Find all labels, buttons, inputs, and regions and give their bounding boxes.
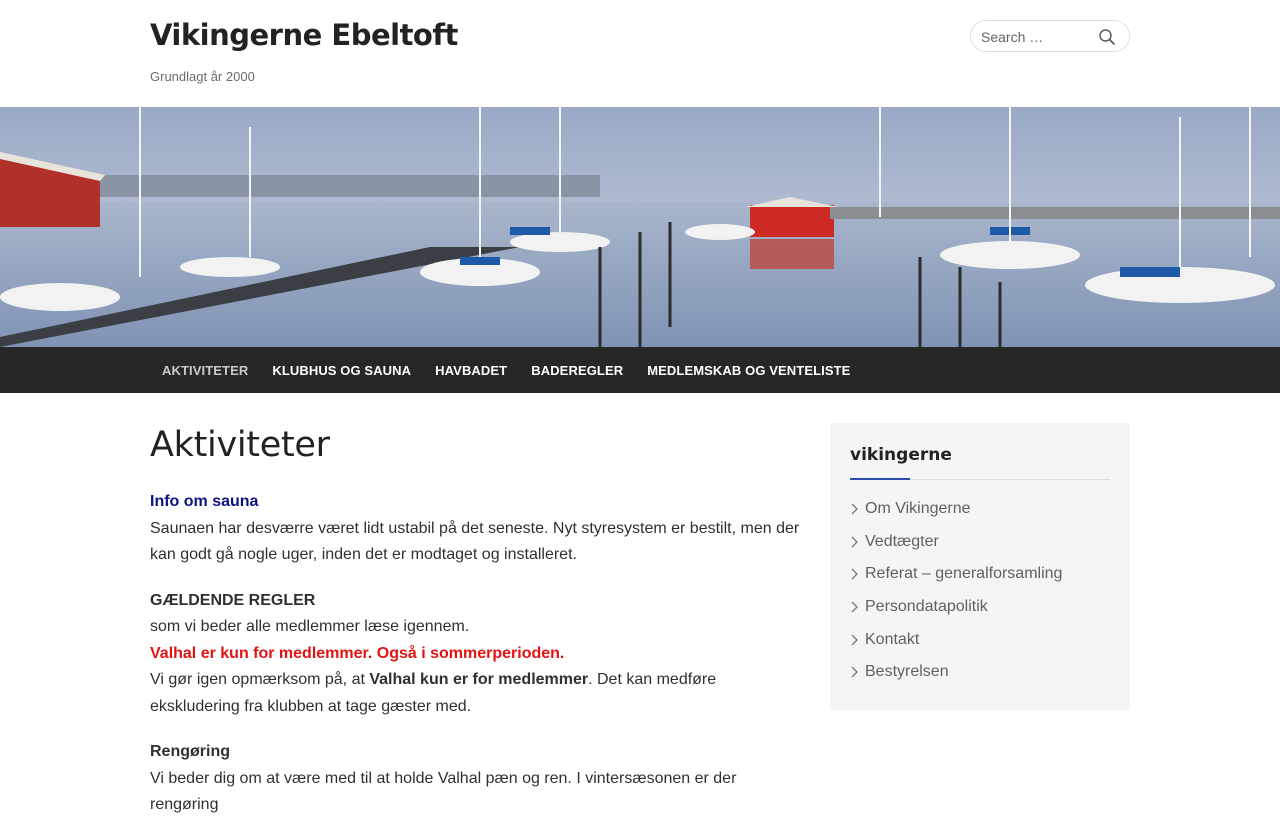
sidebar-item-persondatapolitik[interactable]: Persondatapolitik: [850, 591, 1062, 624]
nav-item-baderegler[interactable]: BADEREGLER: [519, 347, 635, 393]
site-tagline: Grundlagt år 2000: [150, 69, 255, 84]
rules-heading: GÆLDENDE REGLER: [150, 591, 316, 609]
rules-note-start: Vi gør igen opmærksom på, at: [150, 671, 370, 688]
sauna-heading: Info om sauna: [150, 493, 259, 510]
sidebar-item-vedtaegter[interactable]: Vedtægter: [850, 526, 1062, 559]
chevron-right-icon: [850, 600, 865, 614]
chevron-right-icon: [850, 633, 865, 647]
chevron-right-icon: [850, 502, 865, 516]
sidebar-item-label: Vedtægter: [865, 532, 939, 550]
widget-title-accent: [850, 478, 910, 480]
search-form: [970, 20, 1130, 52]
sidebar-item-label: Persondatapolitik: [865, 598, 988, 616]
sidebar-item-label: Kontakt: [865, 630, 920, 648]
widget-menu: Om Vikingerne Vedtægter Referat – genera…: [850, 493, 1062, 689]
sidebar-item-label: Referat – generalforsamling: [865, 565, 1063, 583]
main-content: Aktiviteter Info om sauna Saunaen har de…: [150, 423, 800, 838]
nav-menu: AKTIVITETER KLUBHUS OG SAUNA HAVBADET BA…: [150, 347, 862, 393]
cleaning-text: Vi beder dig om at være med til at holde…: [150, 769, 737, 814]
sauna-text: Saunaen har desværre været lidt ustabil …: [150, 519, 800, 564]
widget-title: vikingerne: [850, 445, 952, 465]
cleaning-heading: Rengøring: [150, 743, 230, 760]
rules-note-bold: Valhal kun er for medlemmer: [369, 671, 589, 688]
rules-paragraph: GÆLDENDE REGLER som vi beder alle medlem…: [150, 588, 800, 721]
nav-item-havbadet[interactable]: HAVBADET: [423, 347, 519, 393]
sidebar-item-referat[interactable]: Referat – generalforsamling: [850, 558, 1062, 591]
main-navigation: AKTIVITETER KLUBHUS OG SAUNA HAVBADET BA…: [0, 347, 1280, 393]
header-banner-image: [0, 107, 1280, 347]
site-title[interactable]: Vikingerne Ebeltoft: [150, 18, 458, 52]
chevron-right-icon: [850, 535, 865, 549]
nav-item-aktiviteter[interactable]: AKTIVITETER: [150, 347, 260, 393]
sidebar-item-bestyrelsen[interactable]: Bestyrelsen: [850, 656, 1062, 689]
search-input[interactable]: [981, 27, 1091, 47]
sidebar-item-label: Om Vikingerne: [865, 500, 971, 518]
page-title: Aktiviteter: [150, 425, 330, 465]
nav-item-klubhus-og-sauna[interactable]: KLUBHUS OG SAUNA: [260, 347, 423, 393]
nav-item-medlemskab-og-venteliste[interactable]: MEDLEMSKAB OG VENTELISTE: [635, 347, 862, 393]
site-header: Vikingerne Ebeltoft Grundlagt år 2000: [0, 0, 1280, 107]
search-icon[interactable]: [1097, 27, 1117, 47]
rules-warning: Valhal er kun for medlemmer. Også i somm…: [150, 644, 565, 662]
sidebar-item-label: Bestyrelsen: [865, 663, 949, 681]
sauna-paragraph: Info om sauna Saunaen har desværre været…: [150, 489, 800, 569]
entry-content: Info om sauna Saunaen har desværre været…: [150, 489, 800, 819]
cleaning-paragraph: Rengøring Vi beder dig om at være med ti…: [150, 739, 800, 819]
sidebar-item-kontakt[interactable]: Kontakt: [850, 623, 1062, 656]
sidebar-item-om-vikingerne[interactable]: Om Vikingerne: [850, 493, 1062, 526]
sidebar-widget: vikingerne Om Vikingerne Vedtægter Refer…: [830, 423, 1130, 710]
chevron-right-icon: [850, 665, 865, 679]
rules-text: som vi beder alle medlemmer læse igennem…: [150, 618, 470, 635]
chevron-right-icon: [850, 567, 865, 581]
